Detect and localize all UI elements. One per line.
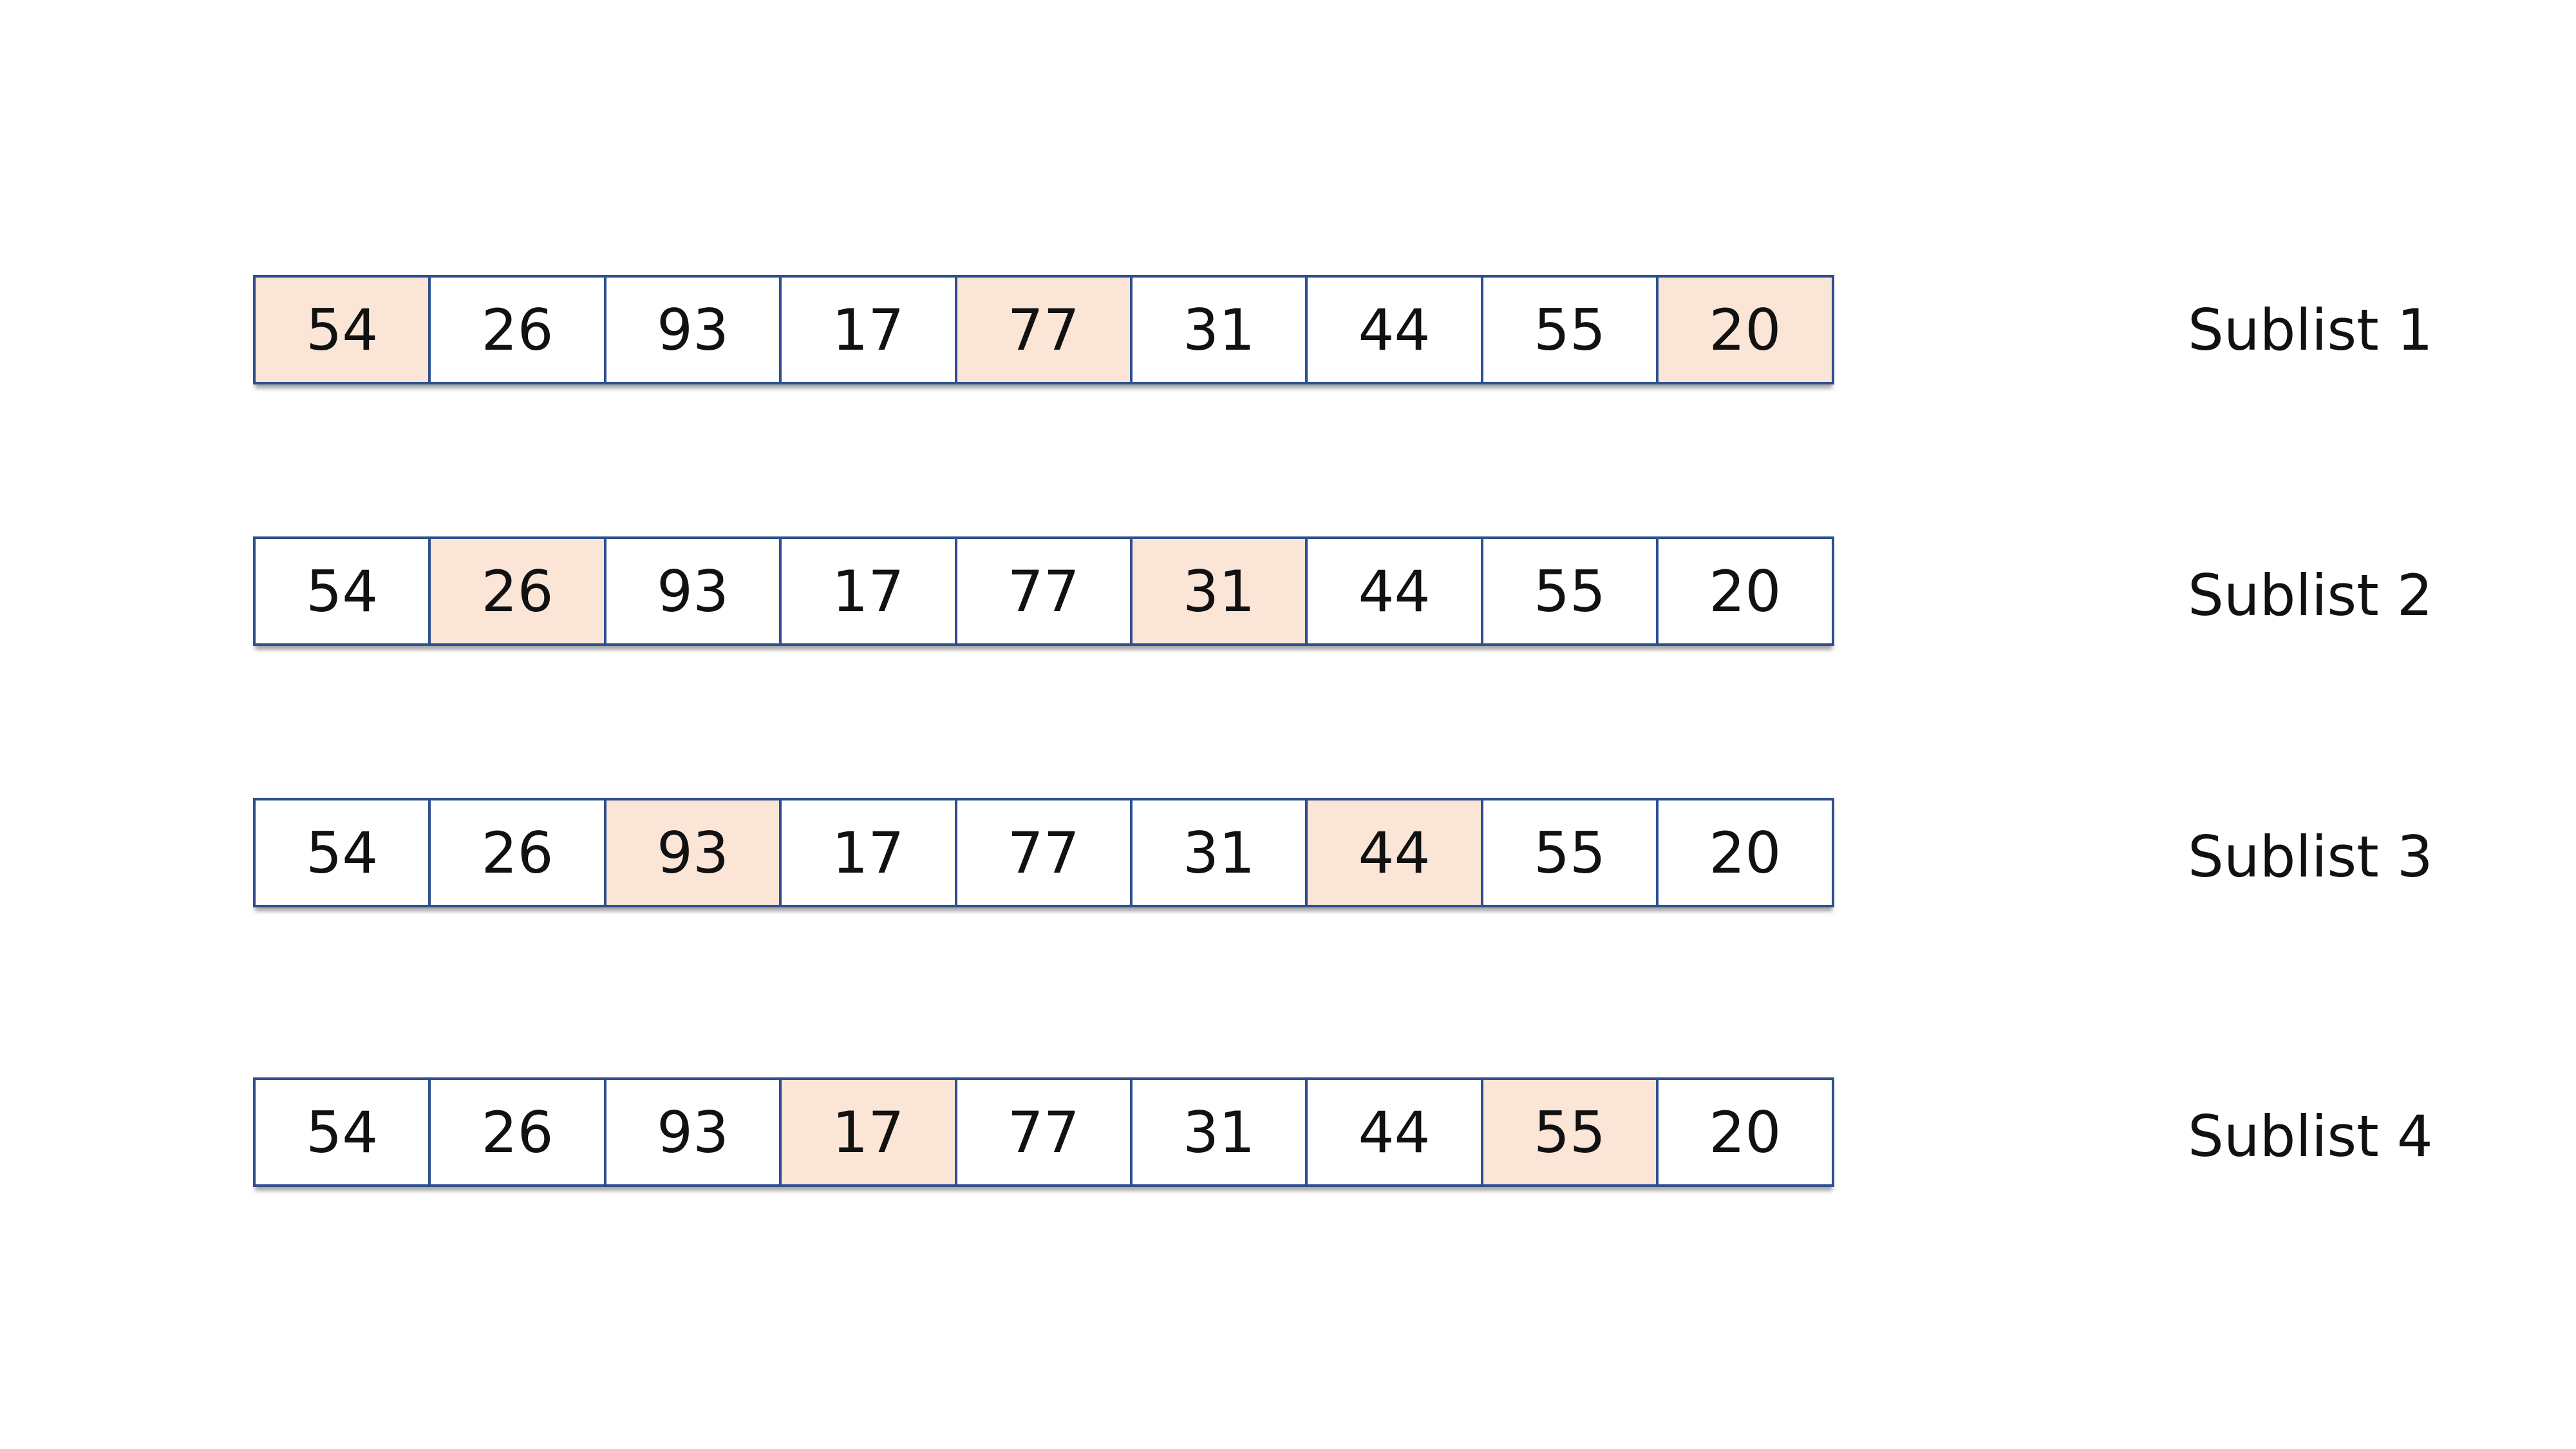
array-cells: 54 26 93 17 77 31 44 55 20 (253, 1077, 1834, 1187)
array-cell-highlighted: 55 (1480, 1077, 1659, 1187)
sublist-label: Sublist 4 (2188, 1103, 2433, 1170)
sublist-row-2: 54 26 93 17 77 31 44 55 20 Sublist 2 (253, 536, 2433, 646)
array-cell: 77 (954, 536, 1133, 646)
array-cell: 31 (1129, 798, 1308, 907)
array-cell: 26 (428, 1077, 606, 1187)
array-cell: 17 (779, 798, 957, 907)
array-cell-highlighted: 93 (603, 798, 782, 907)
array-cell: 26 (428, 798, 606, 907)
array-cell: 17 (779, 536, 957, 646)
array-cell: 20 (1656, 1077, 1834, 1187)
array-cell: 54 (253, 536, 431, 646)
array-cell-highlighted: 54 (253, 275, 431, 384)
array-cells: 54 26 93 17 77 31 44 55 20 (253, 798, 1834, 907)
sublist-label: Sublist 3 (2188, 824, 2433, 890)
array-cell: 20 (1656, 536, 1834, 646)
sublist-row-1: 54 26 93 17 77 31 44 55 20 Sublist 1 (253, 275, 2433, 384)
array-cell: 31 (1129, 1077, 1308, 1187)
sublist-row-4: 54 26 93 17 77 31 44 55 20 Sublist 4 (253, 1077, 2433, 1187)
array-cell: 54 (253, 1077, 431, 1187)
array-cell: 93 (603, 275, 782, 384)
array-cells: 54 26 93 17 77 31 44 55 20 (253, 536, 1834, 646)
array-cell: 77 (954, 1077, 1133, 1187)
array-cell: 93 (603, 536, 782, 646)
array-cell: 31 (1129, 275, 1308, 384)
array-cell: 44 (1305, 275, 1483, 384)
array-cell: 55 (1480, 275, 1659, 384)
array-cell: 44 (1305, 536, 1483, 646)
sublist-label: Sublist 1 (2188, 297, 2433, 363)
sublist-diagram: 54 26 93 17 77 31 44 55 20 Sublist 1 54 26 93 17 77 3… (0, 0, 2576, 1449)
array-cell: 93 (603, 1077, 782, 1187)
array-cell-highlighted: 20 (1656, 275, 1834, 384)
array-cell: 55 (1480, 798, 1659, 907)
sublist-label: Sublist 2 (2188, 562, 2433, 629)
array-cell: 20 (1656, 798, 1834, 907)
sublist-row-3: 54 26 93 17 77 31 44 55 20 Sublist 3 (253, 798, 2433, 907)
array-cells: 54 26 93 17 77 31 44 55 20 (253, 275, 1834, 384)
array-cell: 26 (428, 275, 606, 384)
array-cell: 54 (253, 798, 431, 907)
array-cell: 17 (779, 275, 957, 384)
array-cell-highlighted: 17 (779, 1077, 957, 1187)
array-cell-highlighted: 26 (428, 536, 606, 646)
array-cell-highlighted: 31 (1129, 536, 1308, 646)
array-cell: 44 (1305, 1077, 1483, 1187)
array-cell-highlighted: 77 (954, 275, 1133, 384)
array-cell: 77 (954, 798, 1133, 907)
array-cell: 55 (1480, 536, 1659, 646)
array-cell-highlighted: 44 (1305, 798, 1483, 907)
